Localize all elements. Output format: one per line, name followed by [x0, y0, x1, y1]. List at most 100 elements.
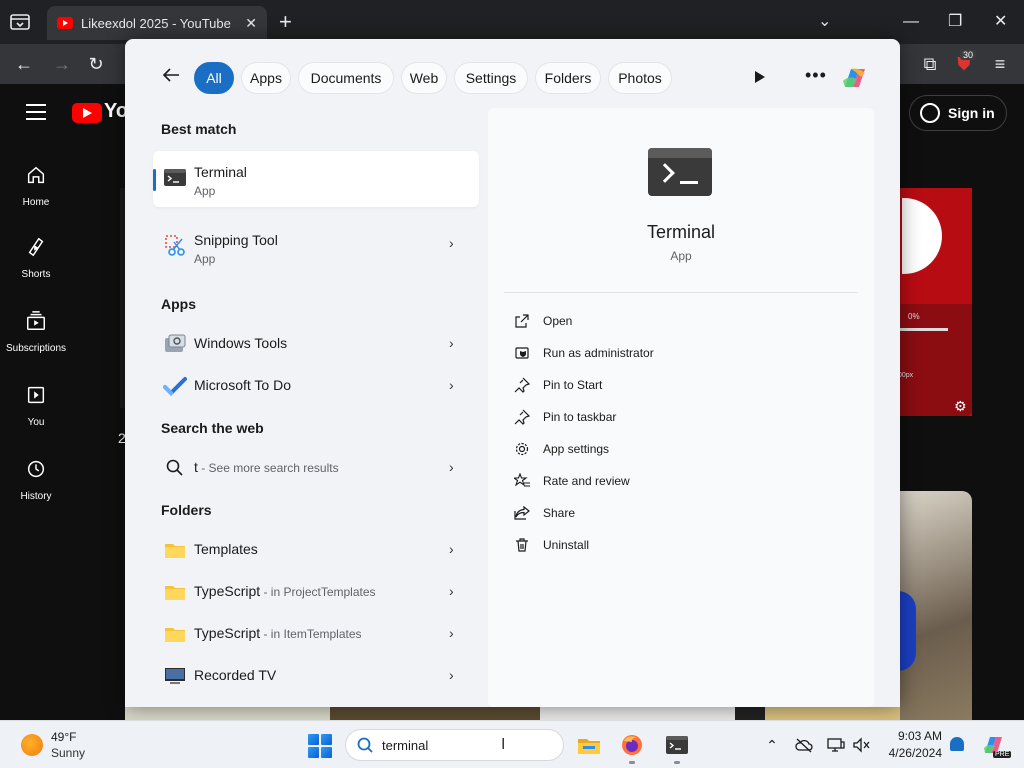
result-folder-templates[interactable]: Templates › [153, 529, 479, 571]
start-button[interactable] [308, 734, 332, 758]
shorts-icon [28, 237, 44, 257]
overlay-size: 00px [898, 372, 914, 379]
filter-settings[interactable]: Settings [454, 62, 528, 94]
filter-web[interactable]: Web [401, 62, 447, 94]
youtube-logo-icon[interactable] [72, 103, 102, 123]
taskbar-search-box[interactable]: terminal I [345, 729, 564, 761]
result-detail-pane: Terminal App Open Run as administrator P… [488, 108, 874, 707]
nav-subscriptions-label: Subscriptions [5, 343, 67, 354]
reload-icon[interactable]: ↻ [84, 52, 108, 76]
firefox-icon[interactable] [620, 733, 644, 757]
action-rate-and-review[interactable]: Rate and review [514, 469, 844, 495]
more-options-icon[interactable]: ••• [805, 65, 827, 86]
chevron-right-icon[interactable]: › [449, 625, 454, 641]
apps-heading: Apps [161, 296, 196, 312]
star-icon [514, 473, 530, 487]
detail-divider [504, 292, 858, 293]
clock-time[interactable]: 9:03 AM [884, 729, 942, 743]
weather-temperature[interactable]: 49°F [51, 730, 76, 744]
puzzle-icon[interactable]: ⧉ [918, 52, 942, 76]
action-share[interactable]: Share [514, 501, 844, 527]
onedrive-offline-icon[interactable] [795, 737, 813, 753]
nav-history[interactable]: History [0, 458, 72, 502]
show-hidden-icons-chevron-icon[interactable]: ⌃ [763, 737, 781, 753]
terminal-taskbar-icon[interactable] [665, 733, 689, 757]
folder-name: TypeScript [194, 583, 261, 599]
notification-bell-icon[interactable] [950, 737, 964, 751]
nav-shorts-label: Shorts [21, 269, 51, 280]
tab-list-chevron-icon[interactable]: ⌄ [818, 10, 831, 34]
filter-all[interactable]: All [194, 62, 234, 94]
nav-you-label: You [27, 417, 45, 428]
tab-close-icon[interactable]: ✕ [245, 15, 257, 32]
result-name: Microsoft To Do [194, 377, 291, 393]
youtube-favicon-icon [57, 17, 73, 29]
nav-you[interactable]: You [0, 384, 72, 428]
forward-icon[interactable]: → [50, 52, 74, 76]
account-icon [920, 103, 940, 123]
chevron-right-icon[interactable]: › [449, 583, 454, 599]
tab-search-icon[interactable] [8, 10, 32, 34]
chevron-right-icon[interactable]: › [449, 335, 454, 351]
volume-muted-icon[interactable] [853, 737, 871, 753]
open-external-icon [515, 314, 529, 328]
result-type: App [194, 184, 216, 198]
browser-tab-youtube[interactable]: Likeexdol 2025 - YouTube ✕ [47, 6, 267, 40]
display-icon[interactable] [827, 737, 845, 753]
tab-title: Likeexdol 2025 - YouTube [81, 15, 231, 31]
menu-icon[interactable]: ≡ [988, 52, 1012, 76]
action-uninstall[interactable]: Uninstall [514, 533, 844, 559]
file-explorer-icon[interactable] [577, 733, 601, 757]
weather-sun-icon[interactable] [21, 734, 43, 756]
video-thumbnail-art[interactable] [898, 491, 972, 720]
back-icon[interactable]: ← [12, 52, 36, 76]
gear-icon [515, 442, 529, 456]
chevron-right-icon[interactable]: › [449, 235, 454, 251]
detail-app-type: App [670, 249, 692, 263]
nav-home[interactable]: Home [0, 164, 72, 208]
filter-documents[interactable]: Documents [298, 62, 394, 94]
window-close-icon[interactable]: ✕ [994, 10, 1007, 34]
nav-subscriptions[interactable]: Subscriptions [0, 310, 72, 354]
terminal-large-icon [648, 148, 712, 196]
new-tab-button[interactable]: + [279, 10, 292, 34]
action-pin-to-start[interactable]: Pin to Start [514, 373, 844, 399]
result-snipping-tool[interactable]: Snipping Tool App › [153, 219, 479, 275]
action-app-settings[interactable]: App settings [514, 437, 844, 463]
result-web-search[interactable]: t - See more search results › [153, 447, 479, 489]
chevron-right-icon[interactable]: › [449, 459, 454, 475]
clock-date[interactable]: 4/26/2024 [874, 746, 942, 760]
result-folder-typescript-project[interactable]: TypeScript - in ProjectTemplates › [153, 571, 479, 613]
action-run-as-admin[interactable]: Run as administrator [514, 341, 844, 367]
chevron-right-icon[interactable]: › [449, 541, 454, 557]
pin-icon [514, 409, 530, 425]
hamburger-icon[interactable] [26, 104, 46, 120]
restore-icon[interactable]: ❐ [948, 10, 962, 34]
chevron-right-icon[interactable]: › [449, 667, 454, 683]
result-folder-typescript-item[interactable]: TypeScript - in ItemTemplates › [153, 613, 479, 655]
chevron-right-icon[interactable]: › [449, 377, 454, 393]
filter-photos[interactable]: Photos [608, 62, 672, 94]
filter-apps[interactable]: Apps [241, 62, 291, 94]
result-microsoft-to-do[interactable]: Microsoft To Do › [153, 365, 479, 407]
best-match-terminal[interactable]: Terminal App [153, 151, 479, 207]
action-label: App settings [543, 442, 610, 456]
video-thumbnail-red[interactable]: 0% 00px ⚙ [898, 188, 972, 416]
sign-in-button[interactable]: Sign in [909, 95, 1007, 131]
search-icon [166, 459, 183, 476]
result-windows-tools[interactable]: Windows Tools › [153, 323, 479, 365]
result-folder-recorded-tv[interactable]: Recorded TV › [153, 655, 479, 697]
nav-shorts[interactable]: Shorts [0, 236, 72, 280]
minimize-icon[interactable]: — [903, 10, 919, 34]
more-filters-play-icon[interactable] [755, 71, 765, 83]
thumbnail-panel: 0% 00px ⚙ [898, 304, 972, 416]
result-name: Recorded TV [194, 667, 276, 683]
result-name: TypeScript - in ItemTemplates [194, 625, 362, 641]
weather-condition[interactable]: Sunny [51, 746, 85, 760]
filter-folders[interactable]: Folders [535, 62, 601, 94]
back-arrow-icon[interactable] [161, 65, 181, 85]
action-pin-to-taskbar[interactable]: Pin to taskbar [514, 405, 844, 431]
copilot-icon[interactable] [839, 63, 869, 93]
taskbar-search-text[interactable]: terminal [382, 738, 428, 753]
action-open[interactable]: Open [514, 309, 844, 335]
